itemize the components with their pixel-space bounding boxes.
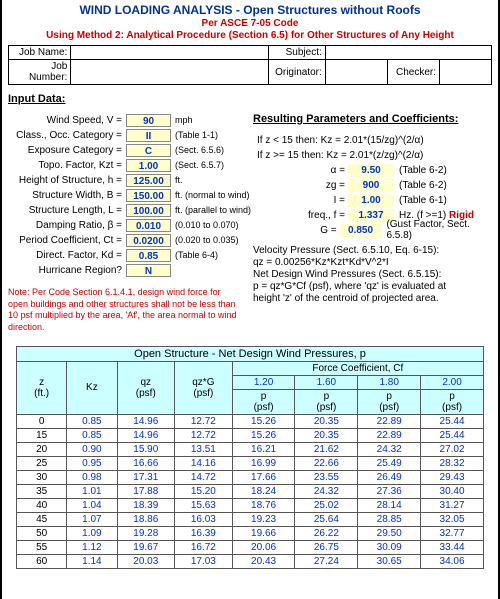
subtitle-2: Using Method 2: Analytical Procedure (Se…	[8, 30, 492, 41]
kd-input[interactable]: 0.85	[126, 249, 171, 262]
occcat-note: (Table 1-1)	[171, 130, 218, 140]
jobnumber-label: Job Number:	[9, 60, 71, 85]
cf-2[interactable]: 1.80	[358, 375, 421, 389]
cf-3[interactable]: 2.00	[421, 375, 484, 389]
zg-note: (Table 6-2)	[394, 180, 447, 191]
subject-value[interactable]	[325, 46, 491, 60]
p-equation: p = qz*G*Cf (psf), where 'qz' is evaluat…	[253, 281, 488, 292]
force-coef-head: Force Coefficient, Cf	[232, 361, 483, 375]
wind-table-title: Open Structure - Net Design Wind Pressur…	[17, 346, 484, 361]
table-row: 150.8514.9612.7215.2620.3522.8925.44	[17, 428, 484, 442]
design-note: Note: Per Code Section 6.1.4.1, design w…	[8, 287, 243, 334]
kz-head: Kz	[67, 361, 117, 414]
kz-low-eq: If z < 15 then: Kz = 2.01*(15/zg)^(2/α)	[253, 135, 483, 146]
qzg-head: qz*G	[192, 377, 214, 388]
B-input[interactable]: 150.00	[126, 189, 171, 202]
alpha-value: 9.50	[348, 164, 394, 177]
kzt-input[interactable]: 1.00	[126, 159, 171, 172]
expcat-input[interactable]: C	[126, 144, 171, 157]
zg-value: 900	[348, 179, 394, 192]
bottom-fade	[2, 575, 498, 599]
originator-value[interactable]	[325, 60, 387, 85]
L-unit: ft. (parallel to wind)	[171, 205, 251, 215]
h-input[interactable]: 125.00	[126, 174, 171, 187]
table-row: 200.9015.9013.5116.2121.6224.3227.02	[17, 442, 484, 456]
expcat-note: (Sect. 6.5.6)	[171, 145, 224, 155]
L-input[interactable]: 100.00	[126, 204, 171, 217]
beta-note: (0.010 to 0.070)	[171, 220, 239, 230]
velocity-title: Velocity Pressure (Sect. 6.5.10, Eq. 6-1…	[253, 245, 488, 256]
wind-pressure-table: Open Structure - Net Design Wind Pressur…	[16, 346, 484, 569]
hurr-label: Hurricane Region?	[8, 265, 126, 276]
jobname-value[interactable]	[71, 46, 268, 60]
qz-head: qz	[141, 377, 152, 388]
jobname-label: Job Name:	[9, 46, 71, 60]
h-unit: ft.	[171, 175, 183, 185]
f-label: freq., f =	[253, 210, 348, 221]
ct-label: Period Coefficient, Ct =	[8, 235, 126, 246]
occcat-input[interactable]: II	[126, 129, 171, 142]
originator-label: Originator:	[268, 60, 325, 85]
kzt-note: (Sect. 6.5.7)	[171, 160, 224, 170]
windspeed-label: Wind Speed, V =	[8, 115, 126, 126]
table-row: 00.8514.9612.7215.2620.3522.8925.44	[17, 414, 484, 428]
ct-note: (0.020 to 0.035)	[171, 235, 239, 245]
table-row: 501.0919.2816.3919.6626.2229.5032.77	[17, 526, 484, 540]
G-note: (Gust Factor, Sect. 6.5.8)	[381, 219, 488, 241]
checker-label: Checker:	[388, 60, 440, 85]
occcat-label: Class., Occ. Category =	[8, 130, 126, 141]
kd-label: Direct. Factor, Kd =	[8, 250, 126, 261]
kz-high-eq: If z >= 15 then: Kz = 2.01*(z/zg)^(2/α)	[253, 150, 483, 161]
I-value: 1.00	[348, 194, 394, 207]
table-row: 250.9516.6614.1616.9922.6625.4928.32	[17, 456, 484, 470]
checker-value[interactable]	[440, 60, 492, 85]
expcat-label: Exposure Category =	[8, 145, 126, 156]
cf-1[interactable]: 1.60	[295, 375, 358, 389]
ct-input[interactable]: 0.0200	[126, 234, 171, 247]
zg-label: zg =	[253, 180, 348, 191]
beta-label: Damping Ratio, β =	[8, 220, 126, 231]
results-title: Resulting Parameters and Coefficients:	[253, 113, 488, 125]
kzt-label: Topo. Factor, Kzt =	[8, 160, 126, 171]
B-label: Structure Width, B =	[8, 190, 126, 201]
I-note: (Table 6-1)	[394, 195, 447, 206]
G-value: 0.850	[340, 224, 382, 237]
G-label: G =	[253, 225, 340, 236]
windspeed-unit: mph	[171, 115, 193, 125]
table-row: 351.0117.8815.2018.2424.3227.3630.40	[17, 484, 484, 498]
results-column: Resulting Parameters and Coefficients: I…	[253, 113, 488, 334]
cf-0[interactable]: 1.20	[232, 375, 295, 389]
subject-label: Subject:	[268, 46, 325, 60]
table-row: 551.1219.6716.7220.0626.7530.0933.44	[17, 540, 484, 554]
I-label: I =	[253, 195, 348, 206]
table-row: 300.9817.3114.7217.6623.5526.4929.43	[17, 470, 484, 484]
net-title: Net Design Wind Pressures (Sect. 6.5.15)…	[253, 269, 488, 280]
hurr-input[interactable]: N	[126, 264, 171, 277]
alpha-note: (Table 6-2)	[394, 165, 447, 176]
kd-note: (Table 6-4)	[171, 250, 218, 260]
table-row: 451.0718.8616.0319.2325.6428.8532.05	[17, 512, 484, 526]
subtitle-1: Per ASCE 7-05 Code	[8, 18, 492, 29]
header-table: Job Name: Subject: Job Number: Originato…	[8, 45, 492, 85]
B-unit: ft. (normal to wind)	[171, 190, 250, 200]
p-equation2: height 'z' of the centroid of projected …	[253, 293, 488, 304]
inputs-column: Wind Speed, V =90mph Class., Occ. Catego…	[8, 113, 253, 334]
inputs-title: Input Data:	[8, 93, 492, 105]
jobnumber-value[interactable]	[71, 60, 268, 85]
L-label: Structure Length, L =	[8, 205, 126, 216]
qz-equation: qz = 0.00256*Kz*Kzt*Kd*V^2*I	[253, 257, 488, 268]
page-title: WIND LOADING ANALYSIS - Open Structures …	[8, 3, 492, 17]
z-head: z	[39, 377, 44, 388]
h-label: Height of Structure, h =	[8, 175, 126, 186]
table-row: 601.1420.0317.0320.4327.2430.6534.06	[17, 554, 484, 568]
beta-input[interactable]: 0.010	[126, 219, 171, 232]
windspeed-input[interactable]: 90	[126, 114, 171, 127]
alpha-label: α =	[253, 165, 348, 176]
table-row: 401.0418.3915.6318.7625.0228.1431.27	[17, 498, 484, 512]
